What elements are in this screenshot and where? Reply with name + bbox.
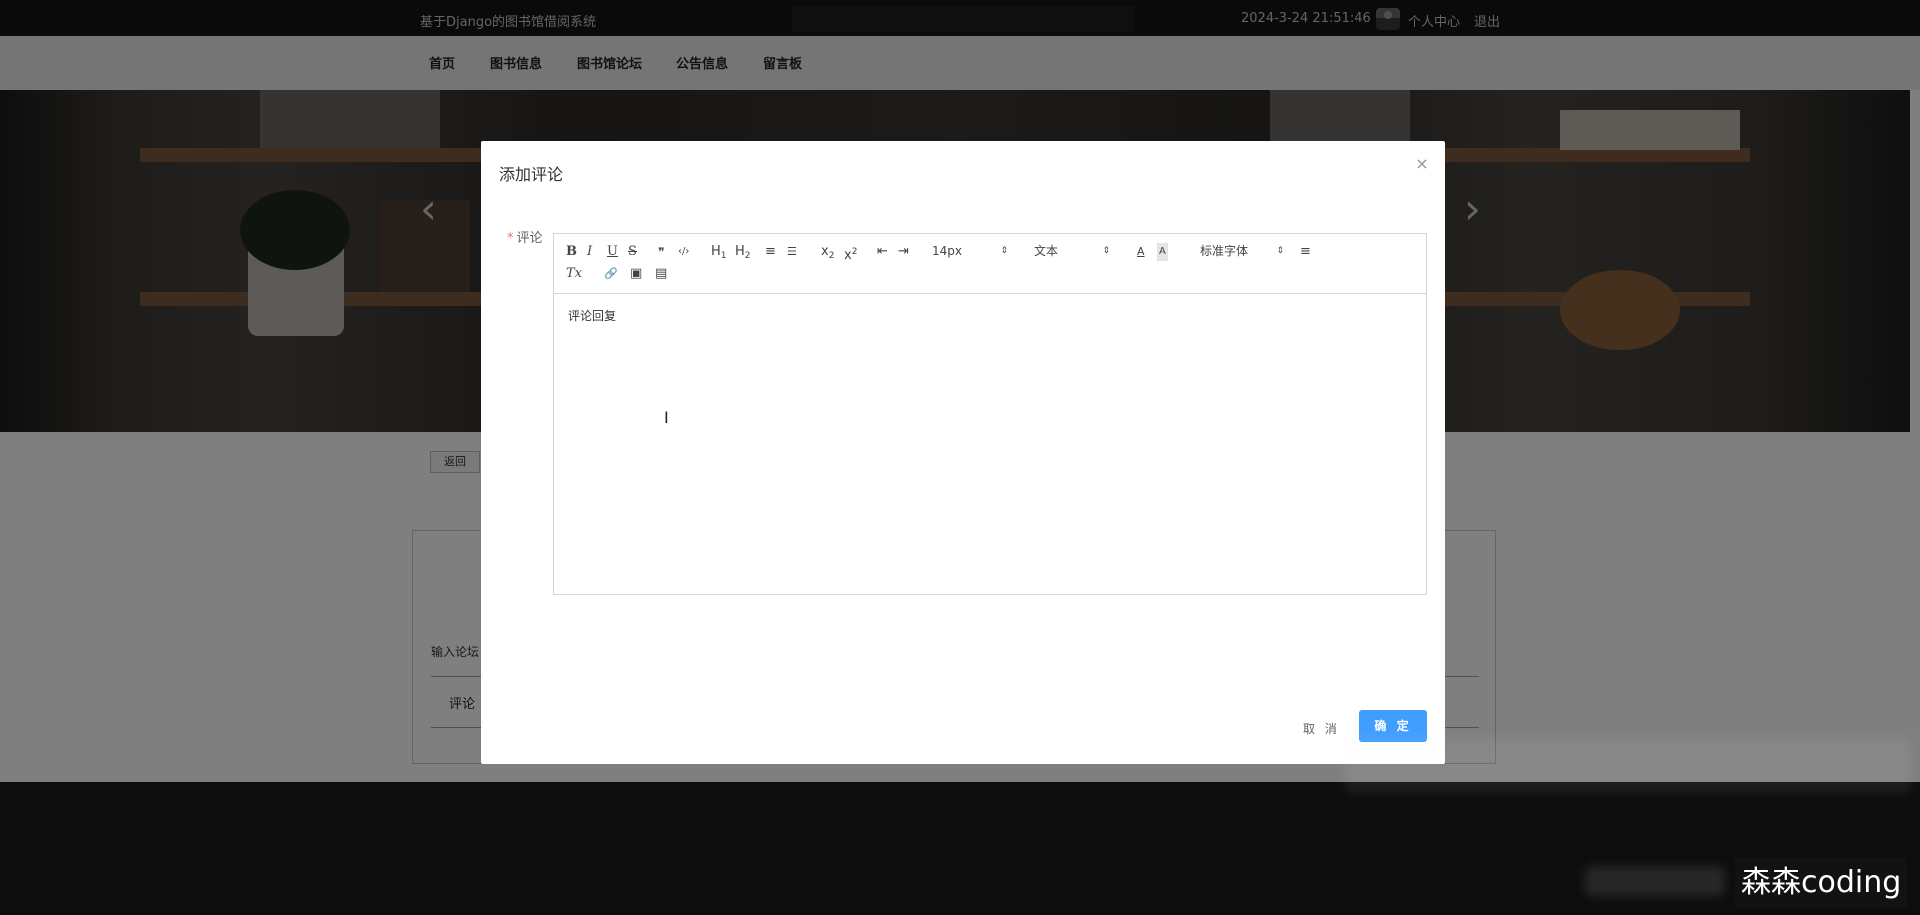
code-block-button[interactable]: ‹/› — [678, 243, 689, 261]
h2-letter: H — [735, 244, 745, 259]
cancel-button[interactable]: 取 消 — [1303, 720, 1340, 737]
outdent-icon[interactable]: ⇤ — [877, 243, 888, 261]
chevron-updown-icon: ⇕ — [1000, 246, 1008, 256]
font-family-select[interactable]: 标准字体 ⇕ — [1200, 242, 1284, 260]
clean-format-icon[interactable]: Tx — [566, 265, 582, 283]
h2-digit: 2 — [744, 251, 751, 261]
font-color-icon[interactable]: A — [1137, 243, 1145, 261]
video-icon[interactable]: ▤ — [655, 265, 667, 283]
h1-digit: 1 — [720, 251, 727, 261]
ordered-list-icon[interactable]: ≡ — [765, 243, 776, 261]
add-comment-dialog: 添加评论 × * 评论 B I U S ❞ ‹/› H1 H2 ≡ ☰ x2 x2… — [481, 141, 1445, 764]
underline-button[interactable]: U — [607, 243, 618, 261]
header-1-button[interactable]: H1 — [711, 243, 727, 261]
superscript-mark: 2 — [851, 247, 858, 257]
dialog-title: 添加评论 — [499, 165, 564, 184]
link-icon[interactable]: 🔗 — [604, 265, 618, 283]
blockquote-button[interactable]: ❞ — [658, 243, 664, 261]
h1-letter: H — [711, 244, 721, 259]
font-family-value: 标准字体 — [1200, 244, 1249, 258]
header-2-button[interactable]: H2 — [735, 243, 751, 261]
header-select[interactable]: 文本 ⇕ — [1034, 242, 1110, 260]
image-icon[interactable]: ▣ — [630, 265, 642, 283]
rich-text-editor: B I U S ❞ ‹/› H1 H2 ≡ ☰ x2 x2 ⇤ ⇥ 14px ⇕ … — [553, 233, 1427, 595]
comment-field-label: * 评论 — [507, 227, 543, 246]
font-size-select[interactable]: 14px ⇕ — [932, 242, 1008, 260]
blurred-region — [1585, 866, 1725, 896]
subscript-mark: 2 — [828, 251, 835, 261]
chevron-updown-icon: ⇕ — [1102, 246, 1110, 256]
indent-icon[interactable]: ⇥ — [898, 243, 909, 261]
superscript-x: x — [844, 248, 852, 263]
strike-button[interactable]: S — [628, 243, 637, 261]
blurred-region — [1345, 738, 1911, 793]
subscript-x: x — [821, 244, 829, 259]
editor-toolbar: B I U S ❞ ‹/› H1 H2 ≡ ☰ x2 x2 ⇤ ⇥ 14px ⇕ … — [554, 234, 1426, 294]
header-select-value: 文本 — [1034, 244, 1059, 258]
font-size-value: 14px — [932, 244, 962, 258]
required-mark: * — [507, 231, 514, 246]
bold-button[interactable]: B — [566, 243, 577, 261]
italic-button[interactable]: I — [587, 243, 592, 261]
superscript-button[interactable]: x2 — [844, 243, 858, 263]
watermark: 森森coding — [1735, 858, 1908, 908]
close-icon[interactable]: × — [1415, 156, 1429, 172]
comment-text: 评论回复 — [568, 309, 617, 323]
align-icon[interactable]: ≡ — [1300, 243, 1311, 261]
chevron-updown-icon: ⇕ — [1276, 246, 1284, 256]
comment-label-text: 评论 — [516, 231, 543, 246]
background-color-icon[interactable]: A — [1157, 243, 1168, 261]
editor-content[interactable]: 评论回复 — [554, 295, 1426, 594]
subscript-button[interactable]: x2 — [821, 243, 834, 261]
bullet-list-icon[interactable]: ☰ — [787, 243, 797, 261]
text-cursor-icon: I — [664, 408, 669, 427]
